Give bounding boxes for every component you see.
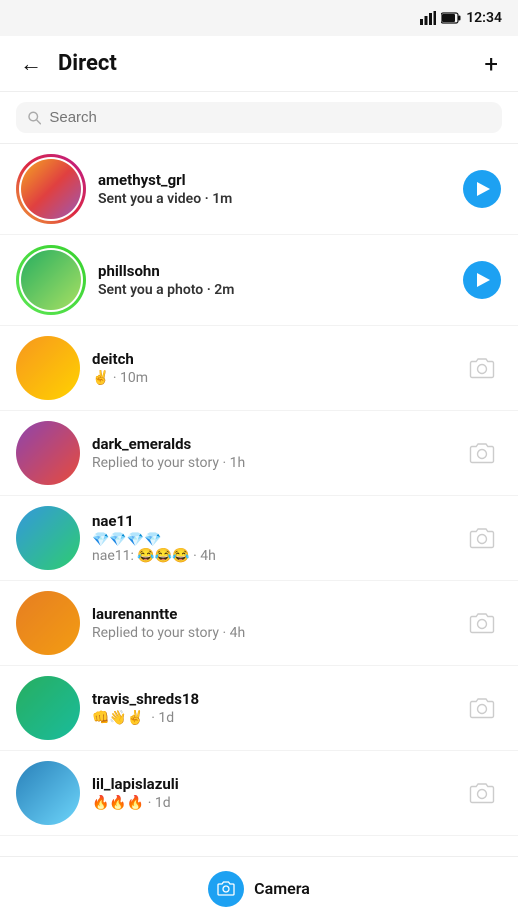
avatar	[16, 421, 80, 485]
avatar-ring	[16, 245, 86, 315]
camera-action-button[interactable]	[462, 603, 502, 643]
message-content: nae11 💎💎💎💎 nae11: 😂😂😂 · 4h	[92, 512, 450, 564]
header: ← Direct +	[0, 36, 518, 92]
message-username: deitch	[92, 350, 450, 368]
play-triangle-icon	[477, 182, 490, 196]
camera-action-button[interactable]	[462, 433, 502, 473]
message-username: nae11	[92, 512, 450, 530]
battery-icon	[441, 12, 461, 24]
list-item[interactable]: dark_emeralds Replied to your story · 1h	[0, 411, 518, 496]
play-button[interactable]	[462, 260, 502, 300]
message-preview: Replied to your story · 4h	[92, 625, 450, 641]
status-time: 12:34	[466, 10, 502, 26]
camera-icon	[469, 612, 495, 634]
message-list: amethyst_grl Sent you a video · 1m phill…	[0, 144, 518, 836]
message-content: amethyst_grl Sent you a video · 1m	[98, 171, 450, 207]
page-title: Direct	[58, 51, 480, 76]
signal-icon	[420, 11, 436, 25]
list-item[interactable]: travis_shreds18 👊👋✌️ · 1d	[0, 666, 518, 751]
camera-action-button[interactable]	[462, 348, 502, 388]
message-username: amethyst_grl	[98, 171, 450, 189]
list-item[interactable]: phillsohn Sent you a photo · 2m	[0, 235, 518, 326]
message-preview: Replied to your story · 1h	[92, 455, 450, 471]
message-username: laurenanntte	[92, 605, 450, 623]
search-container	[0, 92, 518, 144]
message-content: deitch ✌️ · 10m	[92, 350, 450, 386]
search-input[interactable]	[49, 109, 490, 126]
avatar-ring	[16, 154, 86, 224]
list-item[interactable]: laurenanntte Replied to your story · 4h	[0, 581, 518, 666]
avatar	[16, 336, 80, 400]
camera-bottom-icon	[208, 871, 244, 907]
avatar	[21, 159, 81, 219]
camera-action-button[interactable]	[462, 773, 502, 813]
status-bar: 12:34	[0, 0, 518, 36]
play-circle	[463, 261, 501, 299]
list-item[interactable]: deitch ✌️ · 10m	[0, 326, 518, 411]
camera-icon	[469, 697, 495, 719]
message-content: travis_shreds18 👊👋✌️ · 1d	[92, 690, 450, 726]
avatar	[16, 506, 80, 570]
message-content: dark_emeralds Replied to your story · 1h	[92, 435, 450, 471]
avatar	[21, 250, 81, 310]
avatar	[16, 676, 80, 740]
message-preview-line1: 💎💎💎💎	[92, 532, 450, 548]
message-preview: ✌️ · 10m	[92, 370, 450, 386]
message-preview: 🔥🔥🔥 · 1d	[92, 795, 450, 811]
message-username: dark_emeralds	[92, 435, 450, 453]
new-message-button[interactable]: +	[480, 46, 502, 82]
search-icon	[28, 111, 41, 125]
list-item[interactable]: lil_lapislazuli 🔥🔥🔥 · 1d	[0, 751, 518, 836]
camera-icon	[469, 442, 495, 464]
bottom-bar: Camera	[0, 856, 518, 920]
camera-label[interactable]: Camera	[254, 879, 310, 898]
play-triangle-icon	[477, 273, 490, 287]
message-preview: Sent you a video · 1m	[98, 191, 450, 207]
camera-icon	[469, 357, 495, 379]
camera-action-button[interactable]	[462, 688, 502, 728]
search-wrapper[interactable]	[16, 102, 502, 133]
message-username: lil_lapislazuli	[92, 775, 450, 793]
avatar	[16, 591, 80, 655]
back-button[interactable]: ←	[16, 47, 46, 81]
message-preview: Sent you a photo · 2m	[98, 282, 450, 298]
list-item[interactable]: amethyst_grl Sent you a video · 1m	[0, 144, 518, 235]
camera-icon	[469, 782, 495, 804]
message-username: travis_shreds18	[92, 690, 450, 708]
message-preview: 👊👋✌️ · 1d	[92, 710, 450, 726]
status-icons: 12:34	[420, 10, 502, 26]
play-button[interactable]	[462, 169, 502, 209]
message-content: lil_lapislazuli 🔥🔥🔥 · 1d	[92, 775, 450, 811]
message-preview: nae11: 😂😂😂 · 4h	[92, 548, 450, 564]
message-content: phillsohn Sent you a photo · 2m	[98, 262, 450, 298]
avatar	[16, 761, 80, 825]
camera-icon	[469, 527, 495, 549]
message-content: laurenanntte Replied to your story · 4h	[92, 605, 450, 641]
list-item[interactable]: nae11 💎💎💎💎 nae11: 😂😂😂 · 4h	[0, 496, 518, 581]
message-username: phillsohn	[98, 262, 450, 280]
camera-icon	[217, 881, 235, 896]
camera-action-button[interactable]	[462, 518, 502, 558]
play-circle	[463, 170, 501, 208]
